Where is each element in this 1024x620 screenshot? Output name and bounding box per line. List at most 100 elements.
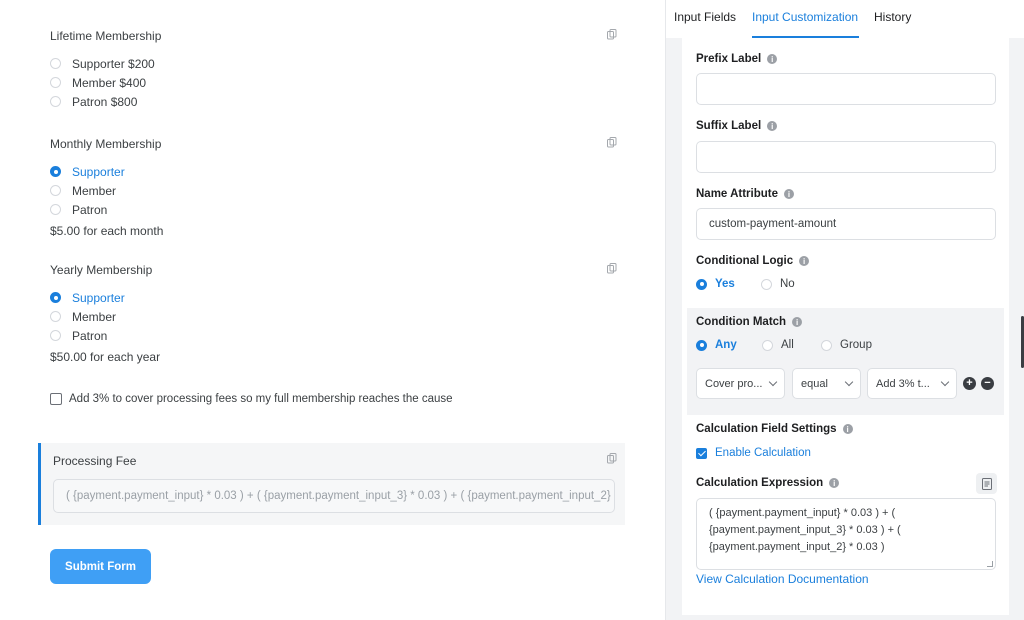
radio-icon[interactable] xyxy=(50,58,61,69)
option-label: Supporter xyxy=(72,290,125,305)
processing-fee-field[interactable]: Processing Fee ( {payment.payment_input}… xyxy=(38,443,625,525)
lifetime-membership-group: Lifetime Membership Supporter $200 Membe… xyxy=(50,29,625,111)
label-text: Calculation Field Settings xyxy=(696,423,837,435)
label-text: Prefix Label xyxy=(696,53,762,65)
radio-selected-icon[interactable] xyxy=(696,278,707,290)
radio-option[interactable]: Supporter $200 xyxy=(50,54,625,73)
copy-icon[interactable] xyxy=(607,453,617,464)
condition-operator-select[interactable]: equal xyxy=(792,368,861,399)
group-title: Monthly Membership xyxy=(50,137,162,151)
radio-option[interactable]: Member xyxy=(50,181,625,200)
chevron-down-icon xyxy=(844,377,854,387)
info-icon[interactable]: i xyxy=(792,317,803,327)
name-attribute-input[interactable] xyxy=(696,208,996,240)
radio-option[interactable]: Member $400 xyxy=(50,73,625,92)
option-label: All xyxy=(781,339,794,351)
calculation-documentation-link[interactable]: View Calculation Documentation xyxy=(696,572,869,586)
label-text: Suffix Label xyxy=(696,120,762,132)
option-label: Member $400 xyxy=(72,75,147,90)
conditional-logic-no[interactable]: No xyxy=(761,278,795,290)
radio-icon[interactable] xyxy=(50,96,61,107)
checkbox-checked-icon[interactable] xyxy=(696,447,707,459)
option-label: Supporter xyxy=(72,164,125,179)
option-label: No xyxy=(780,278,795,290)
radio-option[interactable]: Patron xyxy=(50,200,625,219)
condition-field-select[interactable]: Cover pro... xyxy=(696,368,785,399)
copy-icon[interactable] xyxy=(607,137,617,148)
group-title: Yearly Membership xyxy=(50,263,153,277)
radio-option[interactable]: Patron xyxy=(50,326,625,345)
chevron-down-icon xyxy=(940,377,950,387)
radio-icon[interactable] xyxy=(761,278,772,290)
condition-match-section: Condition Match i Any All Group Cover pro… xyxy=(687,308,1004,415)
match-group[interactable]: Group xyxy=(821,339,872,351)
tab-history[interactable]: History xyxy=(874,10,911,24)
radio-selected-icon[interactable] xyxy=(696,339,707,351)
conditional-logic-yes[interactable]: Yes xyxy=(696,278,735,290)
label-text: Conditional Logic xyxy=(696,255,794,267)
copy-icon[interactable] xyxy=(607,263,617,274)
info-icon[interactable]: i xyxy=(767,121,778,131)
option-label: Patron xyxy=(72,328,108,343)
group-title: Lifetime Membership xyxy=(50,29,162,43)
yearly-membership-group: Yearly Membership Supporter Member Patro… xyxy=(50,263,625,364)
checkbox-label: Enable Calculation xyxy=(715,447,811,459)
tab-input-fields[interactable]: Input Fields xyxy=(674,10,736,24)
info-icon[interactable]: i xyxy=(767,54,778,64)
info-icon[interactable]: i xyxy=(829,478,840,488)
enable-calculation-checkbox[interactable]: Enable Calculation xyxy=(696,447,811,459)
radio-option-selected[interactable]: Supporter xyxy=(50,162,625,181)
submit-form-button[interactable]: Submit Form xyxy=(50,549,151,584)
info-icon[interactable]: i xyxy=(842,424,853,434)
option-label: Patron xyxy=(72,202,108,217)
checkbox-icon[interactable] xyxy=(50,393,62,405)
prefix-label: Prefix Label i xyxy=(696,53,778,65)
match-any[interactable]: Any xyxy=(696,339,737,351)
document-icon-button[interactable] xyxy=(976,473,997,494)
remove-condition-button[interactable]: − xyxy=(981,377,994,390)
checkbox-label: Add 3% to cover processing fees so my fu… xyxy=(69,393,453,405)
radio-selected-icon[interactable] xyxy=(50,292,61,303)
field-label: Processing Fee xyxy=(53,454,137,468)
price-text: $5.00 for each month xyxy=(50,224,164,238)
settings-panel: Input Fields Input Customization History… xyxy=(665,0,1024,620)
info-icon[interactable]: i xyxy=(799,256,810,266)
calculation-settings-label: Calculation Field Settings i xyxy=(696,423,853,435)
radio-icon[interactable] xyxy=(50,77,61,88)
panel-tabs: Input Fields Input Customization History xyxy=(666,0,1024,38)
customization-card: Prefix Label i Suffix Label i Name Attribu… xyxy=(682,38,1009,615)
radio-icon[interactable] xyxy=(762,339,773,351)
select-value: equal xyxy=(801,377,828,390)
calculation-expression-label: Calculation Expression i xyxy=(696,477,840,489)
option-label: Group xyxy=(840,339,872,351)
calculation-expression-textarea[interactable]: ( {payment.payment_input} * 0.03 ) + ( {… xyxy=(696,498,996,570)
info-icon[interactable]: i xyxy=(784,189,794,199)
radio-option[interactable]: Member xyxy=(50,307,625,326)
radio-icon[interactable] xyxy=(50,311,61,322)
select-value: Add 3% t... xyxy=(876,377,930,390)
radio-icon[interactable] xyxy=(821,339,832,351)
option-label: Supporter $200 xyxy=(72,56,155,71)
suffix-label: Suffix Label i xyxy=(696,120,778,132)
match-all[interactable]: All xyxy=(762,339,794,351)
suffix-input[interactable] xyxy=(696,141,996,173)
chevron-down-icon xyxy=(768,377,778,387)
radio-icon[interactable] xyxy=(50,204,61,215)
processing-fee-checkbox[interactable]: Add 3% to cover processing fees so my fu… xyxy=(50,393,453,405)
radio-selected-icon[interactable] xyxy=(50,166,61,177)
condition-value-select[interactable]: Add 3% t... xyxy=(867,368,957,399)
select-value: Cover pro... xyxy=(705,377,763,390)
radio-icon[interactable] xyxy=(50,330,61,341)
processing-fee-input[interactable]: ( {payment.payment_input} * 0.03 ) + ( {… xyxy=(53,479,615,513)
copy-icon[interactable] xyxy=(607,29,617,40)
resize-handle-icon[interactable] xyxy=(987,561,993,567)
document-icon xyxy=(981,477,992,490)
add-condition-button[interactable]: + xyxy=(963,377,976,390)
tab-input-customization[interactable]: Input Customization xyxy=(752,10,858,24)
prefix-input[interactable] xyxy=(696,73,996,105)
label-text: Calculation Expression xyxy=(696,477,824,489)
radio-option-selected[interactable]: Supporter xyxy=(50,288,625,307)
option-label: Any xyxy=(715,339,737,351)
radio-icon[interactable] xyxy=(50,185,61,196)
radio-option[interactable]: Patron $800 xyxy=(50,92,625,111)
